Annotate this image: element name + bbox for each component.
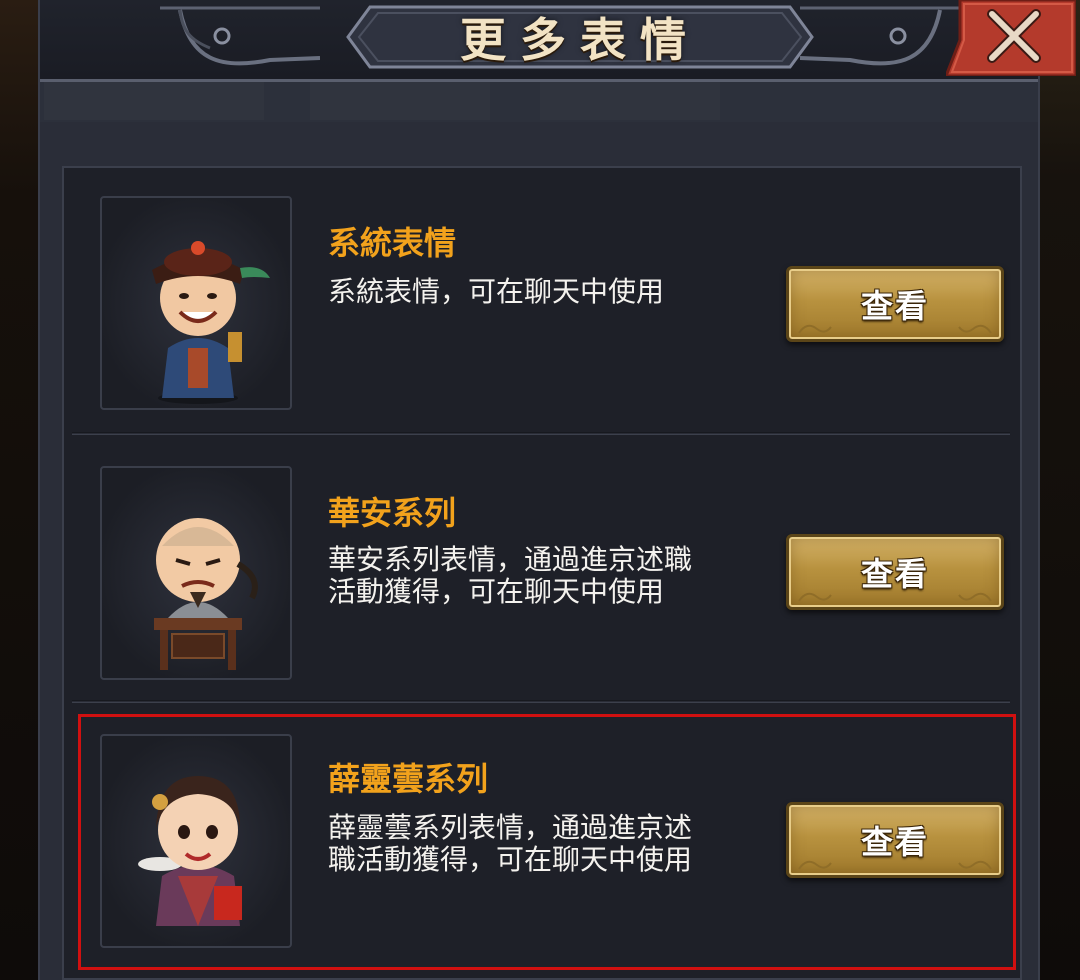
view-button-label: 查看 [860, 287, 929, 325]
dialog-title: 更多表情 [460, 13, 700, 67]
emoji-pack-list: 系統表情 系統表情，可在聊天中使用 查看 華安系列 華安系列表情，通過進京述職 … [62, 166, 1022, 980]
emoji-dialog: 更多表情 系統表情 系統表情，可在聊天中使用 查看 華安系列 華安系列表情，通過… [38, 0, 1078, 980]
tab-strip [40, 82, 1038, 122]
item-description: 系統表情，可在聊天中使用 [328, 275, 665, 308]
divider [72, 432, 1010, 435]
item-title: 系統表情 [328, 224, 457, 262]
background-right [1038, 0, 1080, 980]
screen: 更多表情 系統表情 系統表情，可在聊天中使用 查看 華安系列 華安系列表情，通過… [0, 0, 1080, 980]
tab-placeholder [44, 82, 264, 120]
list-item: 薛靈蕓系列 薛靈蕓系列表情，通過進京述 職活動獲得，可在聊天中使用 查看 [64, 706, 1020, 972]
item-description: 華安系列表情，通過進京述職 活動獲得，可在聊天中使用 [328, 543, 693, 608]
cloud-swirl-icon [798, 592, 832, 602]
item-title: 華安系列 [328, 494, 457, 532]
cloud-swirl-icon [798, 860, 832, 870]
dialog-header: 更多表情 [40, 0, 1078, 82]
cloud-swirl-icon [958, 592, 992, 602]
title-plate: 更多表情 [346, 4, 814, 70]
header-ornament-right [800, 6, 960, 66]
cloud-swirl-icon [958, 860, 992, 870]
cloud-swirl-icon [958, 324, 992, 334]
close-x-icon [943, 0, 1078, 78]
list-item: 華安系列 華安系列表情，通過進京述職 活動獲得，可在聊天中使用 查看 [64, 438, 1020, 704]
hua-an-character-portrait [100, 466, 292, 680]
header-ornament-left [160, 6, 320, 66]
list-item: 系統表情 系統表情，可在聊天中使用 查看 [64, 168, 1020, 434]
view-button[interactable]: 查看 [786, 266, 1004, 342]
cloud-swirl-icon [798, 324, 832, 334]
official-character-portrait [100, 196, 292, 410]
background-left [0, 0, 38, 980]
view-button[interactable]: 查看 [786, 534, 1004, 610]
tab-placeholder [540, 82, 720, 120]
item-description: 薛靈蕓系列表情，通過進京述 職活動獲得，可在聊天中使用 [328, 811, 693, 876]
item-title: 薛靈蕓系列 [328, 760, 489, 798]
divider [72, 700, 1010, 703]
view-button-label: 查看 [860, 823, 929, 861]
close-button[interactable] [943, 0, 1078, 78]
xue-lingyun-character-portrait [100, 734, 292, 948]
tab-placeholder [310, 82, 490, 120]
view-button[interactable]: 查看 [786, 802, 1004, 878]
view-button-label: 查看 [860, 555, 929, 593]
